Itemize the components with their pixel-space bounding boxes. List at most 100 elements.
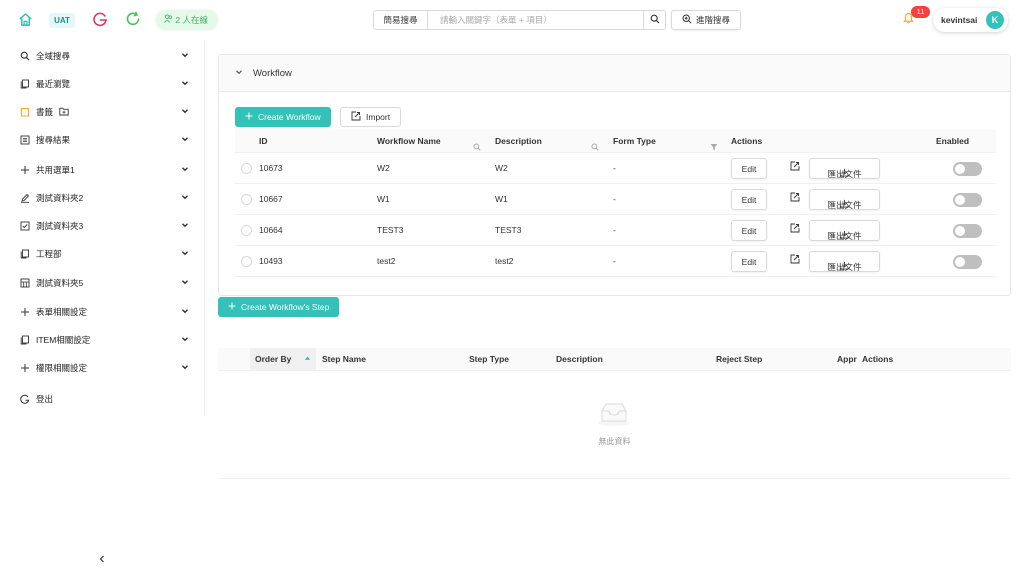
cell-name: TEST3 [377, 225, 404, 235]
sidebar-item-recent[interactable]: 最近瀏覽 [0, 70, 204, 98]
col-description[interactable]: Description [556, 348, 603, 371]
empty-inbox-icon [596, 401, 632, 429]
create-workflow-step-button[interactable]: Create Workflow's Step [218, 297, 340, 317]
table-row[interactable]: 10493 test2 test2 - Edit 匯出文件 [235, 246, 996, 277]
col-order-by[interactable]: Order By [255, 348, 291, 371]
sidebar-item-engineering[interactable]: 工程部 [0, 240, 204, 268]
edit-button[interactable]: Edit [731, 158, 767, 179]
sidebar-item-shared-menu-1[interactable]: 共用選單1 [0, 156, 204, 184]
cell-description: W2 [495, 163, 508, 173]
col-actions: Actions [731, 136, 763, 146]
sort-asc-icon[interactable] [304, 355, 311, 363]
cell-id: 10673 [259, 163, 283, 173]
cell-name: W1 [377, 194, 390, 204]
chevron-left-icon[interactable] [97, 554, 107, 566]
edit-button[interactable]: Edit [731, 220, 767, 241]
panel-title: Workflow [253, 67, 292, 79]
sidebar-item-search-results[interactable]: 搜尋結果 [0, 126, 204, 154]
search-input[interactable] [428, 11, 643, 29]
online-count: 2 人在線 [175, 15, 208, 25]
external-link-icon[interactable] [790, 246, 800, 277]
sidebar-item-label: 共用選單1 [36, 165, 75, 175]
col-approve[interactable]: Appr [837, 348, 858, 371]
col-description[interactable]: Description [495, 129, 542, 153]
top-bar: UAT 2 人在線 簡易搜尋 進階搜尋 11 kevintsai K [0, 0, 1024, 40]
sidebar-item-test-folder-2[interactable]: 測試資料夾2 [0, 184, 204, 212]
import-label: Import [366, 112, 391, 122]
chevron-down-icon [181, 193, 189, 203]
workflow-panel-header[interactable]: Workflow [219, 55, 1010, 92]
cell-description: test2 [495, 256, 514, 266]
workflow-table-header: ID Workflow Name Description Form Type A… [235, 129, 996, 153]
edit-icon [18, 191, 32, 205]
refresh-icon[interactable] [125, 11, 141, 29]
table-row[interactable]: 10673 W2 W2 - Edit 匯出文件 [235, 153, 996, 184]
enabled-toggle[interactable] [953, 224, 982, 238]
chevron-down-icon [181, 221, 189, 231]
export-button[interactable]: 匯出文件 [809, 220, 880, 241]
col-form-type[interactable]: Form Type [613, 129, 656, 153]
table-row[interactable]: 10664 TEST3 TEST3 - Edit 匯出文件 [235, 215, 996, 246]
enabled-toggle[interactable] [953, 193, 982, 207]
sidebar-item-bookmarks[interactable]: 書籤 [0, 98, 204, 126]
sidebar-item-item-settings[interactable]: ITEM相關設定 [0, 326, 204, 354]
external-link-icon[interactable] [790, 153, 800, 184]
row-radio[interactable] [241, 194, 252, 205]
sidebar-item-test-folder-5[interactable]: 測試資料夾5 [0, 269, 204, 297]
chevron-down-icon [181, 363, 189, 373]
sidebar-item-global-search[interactable]: 全域搜尋 [0, 42, 204, 70]
copy-icon [18, 247, 32, 261]
col-step-name[interactable]: Step Name [322, 348, 366, 371]
col-step-type[interactable]: Step Type [469, 348, 509, 371]
step-table-header: Order By Step Name Step Type Description… [218, 348, 1011, 371]
plus-icon [18, 163, 32, 177]
col-id[interactable]: ID [259, 129, 268, 153]
sidebar-item-logout[interactable]: 登出 [0, 385, 204, 413]
chevron-down-icon [181, 307, 189, 317]
simple-search: 簡易搜尋 [373, 10, 666, 30]
online-users-badge[interactable]: 2 人在線 [156, 10, 218, 30]
advanced-search-button[interactable]: 進階搜尋 [671, 10, 741, 30]
sidebar: 全域搜尋 最近瀏覽 書籤 搜尋結果 共用選單1 測試資料夾2 測試資料夾3 工程… [0, 40, 205, 416]
sidebar-item-test-folder-3[interactable]: 測試資料夾3 [0, 212, 204, 240]
table-row[interactable]: 10667 W1 W1 - Edit 匯出文件 [235, 184, 996, 215]
col-actions: Actions [862, 354, 894, 364]
cell-id: 10493 [259, 256, 283, 266]
export-button[interactable]: 匯出文件 [809, 251, 880, 272]
sidebar-item-form-settings[interactable]: 表單相關設定 [0, 298, 204, 326]
create-workflow-button[interactable]: Create Workflow [235, 107, 331, 127]
edit-button[interactable]: Edit [731, 251, 767, 272]
search-button[interactable] [643, 11, 665, 29]
bookmark-icon [18, 105, 32, 119]
col-reject-step[interactable]: Reject Step [716, 348, 762, 371]
sidebar-item-permission-settings[interactable]: 權限相關設定 [0, 354, 204, 382]
row-radio[interactable] [241, 163, 252, 174]
import-icon [351, 111, 361, 123]
home-icon[interactable] [18, 12, 33, 29]
export-button[interactable]: 匯出文件 [809, 158, 880, 179]
row-radio[interactable] [241, 256, 252, 267]
cell-id: 10667 [259, 194, 283, 204]
cell-name: W2 [377, 163, 390, 173]
row-radio[interactable] [241, 225, 252, 236]
enabled-toggle[interactable] [953, 162, 982, 176]
step-table-empty: 無此資料 [218, 371, 1011, 479]
create-step-label: Create Workflow's Step [241, 302, 330, 312]
sidebar-item-label: 表單相關設定 [36, 307, 88, 317]
enabled-toggle[interactable] [953, 255, 982, 269]
plus-icon [18, 361, 32, 375]
cell-description: TEST3 [495, 225, 522, 235]
user-menu[interactable]: kevintsai K [933, 8, 1008, 32]
edit-button[interactable]: Edit [731, 189, 767, 210]
users-icon [164, 14, 175, 25]
search-mode-select[interactable]: 簡易搜尋 [374, 11, 428, 29]
col-enabled: Enabled [936, 136, 970, 146]
google-icon[interactable] [92, 11, 108, 29]
export-button[interactable]: 匯出文件 [809, 189, 880, 210]
external-link-icon[interactable] [790, 215, 800, 246]
import-button[interactable]: Import [340, 107, 402, 127]
sidebar-item-label: 最近瀏覽 [36, 79, 71, 89]
col-workflow-name[interactable]: Workflow Name [377, 129, 441, 153]
external-link-icon[interactable] [790, 184, 800, 215]
folder-add-icon[interactable] [59, 107, 69, 118]
